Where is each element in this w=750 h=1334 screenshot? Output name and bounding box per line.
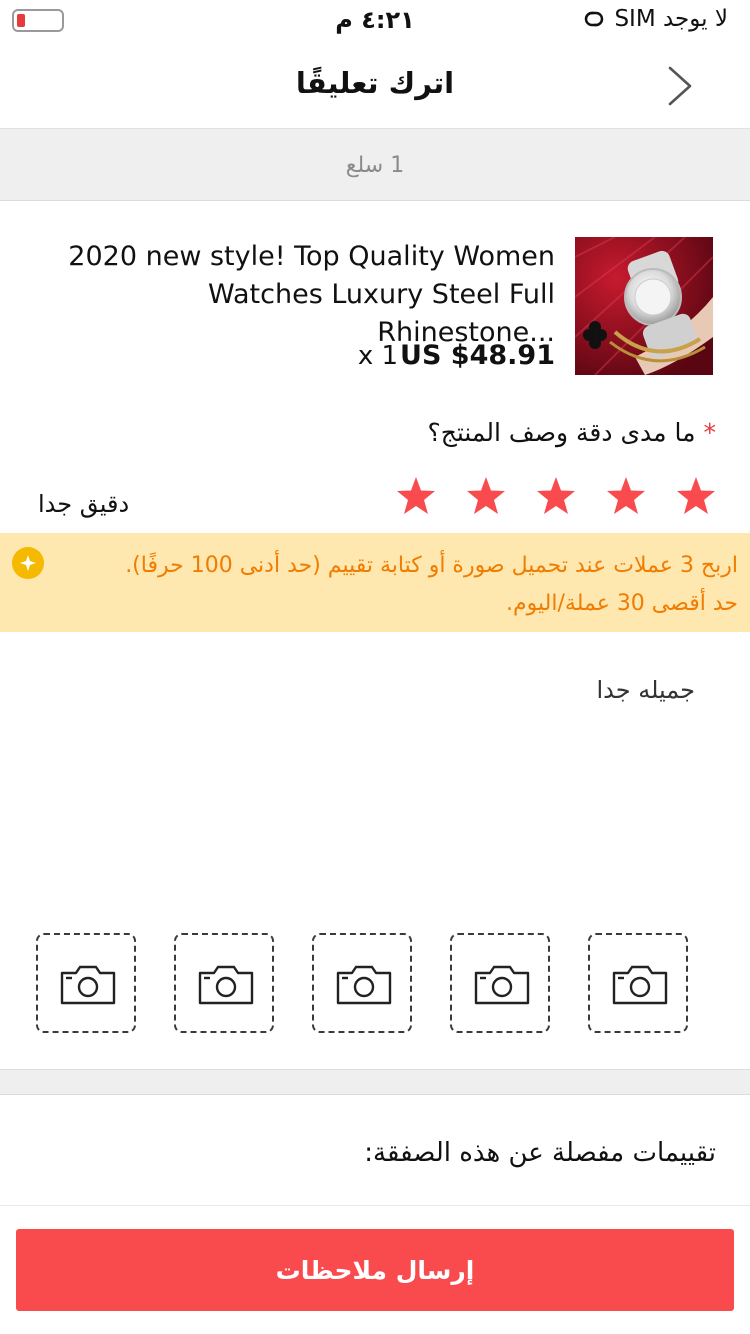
coins-banner-line1: اربح 3 عملات عند تحميل صورة أو كتابة تقي… — [125, 553, 738, 578]
page-title: اترك تعليقًا — [295, 66, 455, 100]
product-price-row: x 1 US $48.91 — [358, 340, 555, 371]
bottom-bar: إرسال ملاحظات — [0, 1205, 750, 1334]
product-image — [575, 237, 713, 375]
star-icon[interactable] — [536, 476, 576, 516]
camera-icon — [198, 965, 254, 1005]
required-marker: * — [703, 418, 717, 447]
photo-upload-slot[interactable] — [174, 933, 274, 1033]
star-icon[interactable] — [466, 476, 506, 516]
star-icon[interactable] — [396, 476, 436, 516]
product-quantity: x 1 — [357, 341, 399, 371]
star-icon[interactable] — [606, 476, 646, 516]
chevron-right-icon[interactable] — [664, 64, 698, 108]
photo-upload-slots — [36, 933, 688, 1033]
order-item-count-band: 1 سلع — [0, 128, 750, 201]
camera-icon — [336, 965, 392, 1005]
nav-bar: اترك تعليقًا — [0, 42, 750, 128]
camera-icon — [60, 965, 116, 1005]
rating-label: دقيق جدا — [38, 490, 130, 518]
photo-upload-slot[interactable] — [450, 933, 550, 1033]
photo-upload-slot[interactable] — [312, 933, 412, 1033]
coins-banner-text: اربح 3 عملات عند تحميل صورة أو كتابة تقي… — [58, 547, 738, 623]
carrier-status: لا يوجد SIM — [582, 6, 728, 32]
coins-banner-line2: حد أقصى 30 عملة/اليوم. — [506, 591, 738, 616]
photo-upload-slot[interactable] — [588, 933, 688, 1033]
camera-icon — [612, 965, 668, 1005]
item-count: 1 سلع — [345, 153, 405, 178]
section-divider — [0, 1069, 750, 1095]
rating-question-text: ما مدى دقة وصف المنتج؟ — [427, 418, 696, 447]
submit-feedback-button[interactable]: إرسال ملاحظات — [16, 1229, 734, 1311]
product-watch-image — [575, 237, 713, 375]
rating-question: *ما مدى دقة وصف المنتج؟ — [427, 418, 716, 447]
coin-icon — [12, 547, 44, 579]
coins-banner: اربح 3 عملات عند تحميل صورة أو كتابة تقي… — [0, 533, 750, 632]
photo-upload-slot[interactable] — [36, 933, 136, 1033]
star-rating[interactable] — [396, 476, 716, 516]
carrier-label: لا يوجد SIM — [614, 6, 728, 32]
link-icon — [585, 11, 604, 27]
product-price: US $48.91 — [400, 340, 555, 371]
review-text-input[interactable]: جميله جدا — [597, 676, 696, 704]
detailed-ratings-heading: تقييمات مفصلة عن هذه الصفقة: — [364, 1138, 716, 1168]
star-icon[interactable] — [676, 476, 716, 516]
status-bar: ٤:٢١ م لا يوجد SIM — [0, 0, 750, 42]
product-title[interactable]: 2020 new style! Top Quality Women Watche… — [35, 238, 555, 352]
camera-icon — [474, 965, 530, 1005]
